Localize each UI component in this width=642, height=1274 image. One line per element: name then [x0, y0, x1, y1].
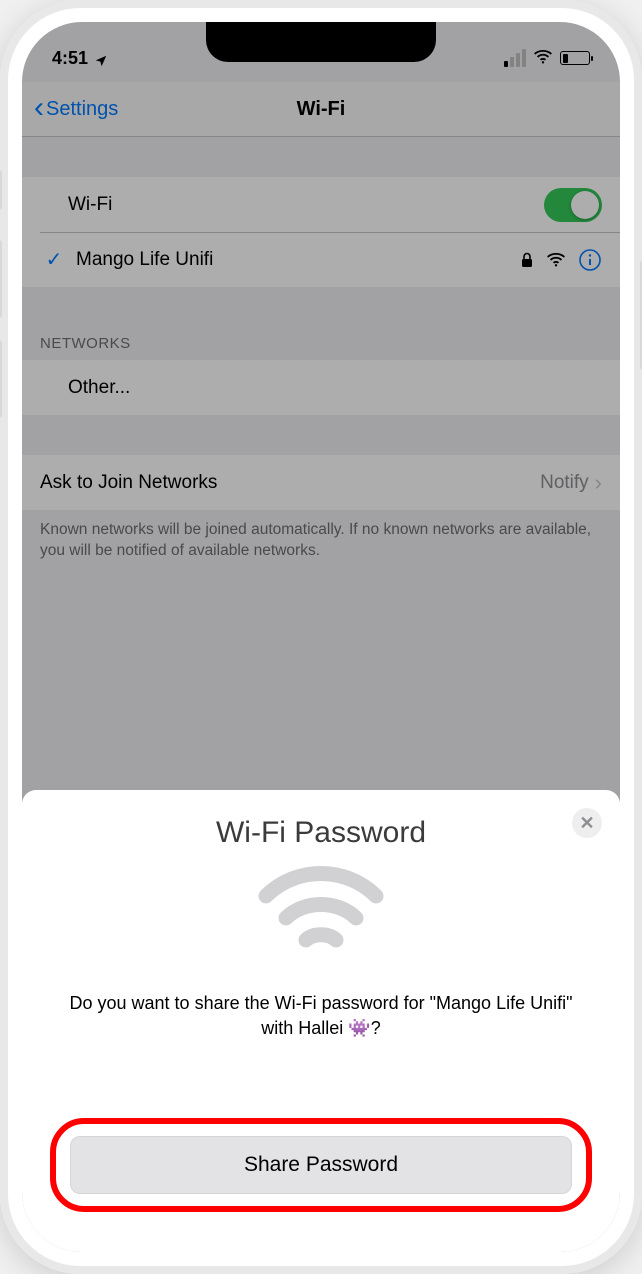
share-password-button[interactable]: Share Password [70, 1136, 572, 1194]
close-icon: ✕ [579, 813, 594, 834]
share-highlight: Share Password [50, 1118, 592, 1212]
share-password-label: Share Password [244, 1153, 398, 1177]
wifi-password-sheet: ✕ Wi-Fi Password Do you want to share th… [22, 790, 620, 1252]
device-notch [206, 22, 436, 62]
sheet-message: Do you want to share the Wi-Fi password … [50, 991, 592, 1040]
close-button[interactable]: ✕ [572, 808, 602, 838]
wifi-large-icon [50, 866, 592, 961]
sheet-title: Wi-Fi Password [50, 816, 592, 850]
